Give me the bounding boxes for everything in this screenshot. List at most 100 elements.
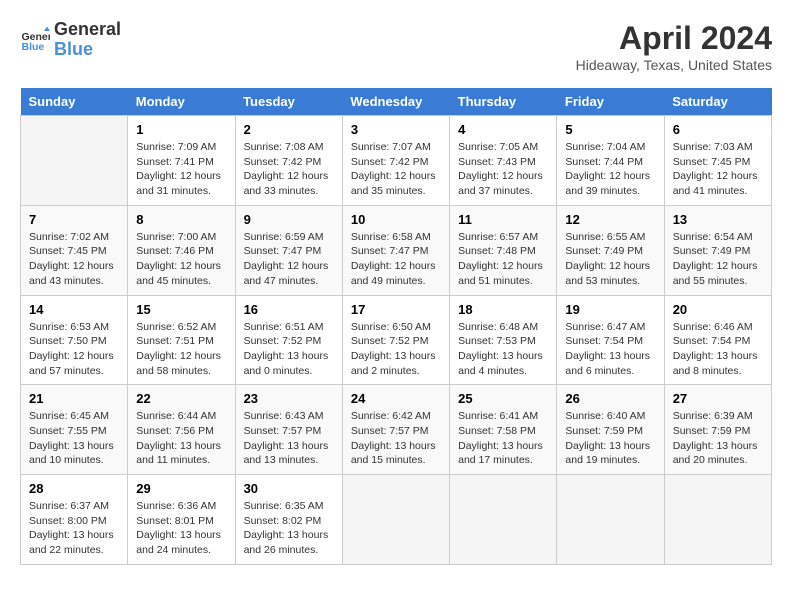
day-detail: Sunrise: 6:35 AM Sunset: 8:02 PM Dayligh…: [244, 499, 334, 558]
day-cell: 21 Sunrise: 6:45 AM Sunset: 7:55 PM Dayli…: [21, 385, 128, 475]
day-number: 22: [136, 391, 226, 406]
day-cell: 5 Sunrise: 7:04 AM Sunset: 7:44 PM Daylig…: [557, 116, 664, 206]
day-detail: Sunrise: 6:52 AM Sunset: 7:51 PM Dayligh…: [136, 320, 226, 379]
week-row-1: 1 Sunrise: 7:09 AM Sunset: 7:41 PM Daylig…: [21, 116, 772, 206]
day-detail: Sunrise: 7:00 AM Sunset: 7:46 PM Dayligh…: [136, 230, 226, 289]
day-number: 5: [565, 122, 655, 137]
day-number: 23: [244, 391, 334, 406]
day-detail: Sunrise: 6:42 AM Sunset: 7:57 PM Dayligh…: [351, 409, 441, 468]
day-cell: 23 Sunrise: 6:43 AM Sunset: 7:57 PM Dayli…: [235, 385, 342, 475]
logo-line2: Blue: [54, 39, 93, 59]
day-number: 8: [136, 212, 226, 227]
day-cell: 17 Sunrise: 6:50 AM Sunset: 7:52 PM Dayli…: [342, 295, 449, 385]
day-cell: 22 Sunrise: 6:44 AM Sunset: 7:56 PM Dayli…: [128, 385, 235, 475]
day-detail: Sunrise: 6:37 AM Sunset: 8:00 PM Dayligh…: [29, 499, 119, 558]
day-number: 15: [136, 302, 226, 317]
day-cell: 27Sunrise: 6:39 AM Sunset: 7:59 PM Dayli…: [664, 385, 771, 475]
day-detail: Sunrise: 6:59 AM Sunset: 7:47 PM Dayligh…: [244, 230, 334, 289]
day-number: 3: [351, 122, 441, 137]
main-title: April 2024: [576, 20, 772, 57]
column-header-sunday: Sunday: [21, 88, 128, 116]
day-cell: [342, 475, 449, 565]
day-detail: Sunrise: 6:57 AM Sunset: 7:48 PM Dayligh…: [458, 230, 548, 289]
week-row-5: 28 Sunrise: 6:37 AM Sunset: 8:00 PM Dayli…: [21, 475, 772, 565]
day-cell: 29 Sunrise: 6:36 AM Sunset: 8:01 PM Dayli…: [128, 475, 235, 565]
day-number: 18: [458, 302, 548, 317]
day-number: 24: [351, 391, 441, 406]
day-detail: Sunrise: 6:45 AM Sunset: 7:55 PM Dayligh…: [29, 409, 119, 468]
day-cell: 9 Sunrise: 6:59 AM Sunset: 7:47 PM Daylig…: [235, 205, 342, 295]
day-detail: Sunrise: 6:55 AM Sunset: 7:49 PM Dayligh…: [565, 230, 655, 289]
day-cell: 8 Sunrise: 7:00 AM Sunset: 7:46 PM Daylig…: [128, 205, 235, 295]
logo-text: General Blue: [54, 20, 121, 60]
day-number: 21: [29, 391, 119, 406]
day-detail: Sunrise: 7:09 AM Sunset: 7:41 PM Dayligh…: [136, 140, 226, 199]
day-detail: Sunrise: 7:03 AM Sunset: 7:45 PM Dayligh…: [673, 140, 763, 199]
day-detail: Sunrise: 7:02 AM Sunset: 7:45 PM Dayligh…: [29, 230, 119, 289]
day-detail: Sunrise: 6:36 AM Sunset: 8:01 PM Dayligh…: [136, 499, 226, 558]
day-detail: Sunrise: 6:58 AM Sunset: 7:47 PM Dayligh…: [351, 230, 441, 289]
day-detail: Sunrise: 7:05 AM Sunset: 7:43 PM Dayligh…: [458, 140, 548, 199]
day-detail: Sunrise: 6:54 AM Sunset: 7:49 PM Dayligh…: [673, 230, 763, 289]
day-number: 1: [136, 122, 226, 137]
day-detail: Sunrise: 6:46 AM Sunset: 7:54 PM Dayligh…: [673, 320, 763, 379]
week-row-2: 7 Sunrise: 7:02 AM Sunset: 7:45 PM Daylig…: [21, 205, 772, 295]
day-number: 30: [244, 481, 334, 496]
column-header-thursday: Thursday: [450, 88, 557, 116]
day-number: 4: [458, 122, 548, 137]
day-number: 12: [565, 212, 655, 227]
day-detail: Sunrise: 6:48 AM Sunset: 7:53 PM Dayligh…: [458, 320, 548, 379]
day-number: 14: [29, 302, 119, 317]
day-cell: 30 Sunrise: 6:35 AM Sunset: 8:02 PM Dayli…: [235, 475, 342, 565]
week-row-4: 21 Sunrise: 6:45 AM Sunset: 7:55 PM Dayli…: [21, 385, 772, 475]
day-number: 11: [458, 212, 548, 227]
day-cell: 18 Sunrise: 6:48 AM Sunset: 7:53 PM Dayli…: [450, 295, 557, 385]
day-cell: 15 Sunrise: 6:52 AM Sunset: 7:51 PM Dayli…: [128, 295, 235, 385]
day-cell: 19 Sunrise: 6:47 AM Sunset: 7:54 PM Dayli…: [557, 295, 664, 385]
day-cell: [21, 116, 128, 206]
day-number: 16: [244, 302, 334, 317]
day-cell: 3Sunrise: 7:07 AM Sunset: 7:42 PM Daylig…: [342, 116, 449, 206]
column-header-wednesday: Wednesday: [342, 88, 449, 116]
column-header-monday: Monday: [128, 88, 235, 116]
day-cell: [557, 475, 664, 565]
column-header-tuesday: Tuesday: [235, 88, 342, 116]
day-cell: [450, 475, 557, 565]
column-header-friday: Friday: [557, 88, 664, 116]
day-number: 10: [351, 212, 441, 227]
day-cell: 2Sunrise: 7:08 AM Sunset: 7:42 PM Daylig…: [235, 116, 342, 206]
page-header: General Blue General Blue April 2024 Hid…: [20, 20, 772, 73]
day-number: 28: [29, 481, 119, 496]
day-cell: 11 Sunrise: 6:57 AM Sunset: 7:48 PM Dayli…: [450, 205, 557, 295]
day-cell: 20 Sunrise: 6:46 AM Sunset: 7:54 PM Dayli…: [664, 295, 771, 385]
day-number: 7: [29, 212, 119, 227]
day-number: 26: [565, 391, 655, 406]
day-detail: Sunrise: 6:43 AM Sunset: 7:57 PM Dayligh…: [244, 409, 334, 468]
day-cell: 16Sunrise: 6:51 AM Sunset: 7:52 PM Dayli…: [235, 295, 342, 385]
day-number: 13: [673, 212, 763, 227]
day-cell: 24 Sunrise: 6:42 AM Sunset: 7:57 PM Dayli…: [342, 385, 449, 475]
day-number: 9: [244, 212, 334, 227]
day-cell: 28 Sunrise: 6:37 AM Sunset: 8:00 PM Dayli…: [21, 475, 128, 565]
day-cell: 7 Sunrise: 7:02 AM Sunset: 7:45 PM Daylig…: [21, 205, 128, 295]
day-number: 25: [458, 391, 548, 406]
day-cell: 26 Sunrise: 6:40 AM Sunset: 7:59 PM Dayli…: [557, 385, 664, 475]
day-cell: 12 Sunrise: 6:55 AM Sunset: 7:49 PM Dayli…: [557, 205, 664, 295]
day-detail: Sunrise: 6:53 AM Sunset: 7:50 PM Dayligh…: [29, 320, 119, 379]
day-detail: Sunrise: 6:47 AM Sunset: 7:54 PM Dayligh…: [565, 320, 655, 379]
day-detail: Sunrise: 7:04 AM Sunset: 7:44 PM Dayligh…: [565, 140, 655, 199]
logo-line1: General: [54, 20, 121, 40]
day-number: 6: [673, 122, 763, 137]
day-detail: Sunrise: 6:44 AM Sunset: 7:56 PM Dayligh…: [136, 409, 226, 468]
day-cell: 14 Sunrise: 6:53 AM Sunset: 7:50 PM Dayli…: [21, 295, 128, 385]
day-number: 19: [565, 302, 655, 317]
title-block: April 2024 Hideaway, Texas, United State…: [576, 20, 772, 73]
day-number: 17: [351, 302, 441, 317]
day-number: 20: [673, 302, 763, 317]
day-cell: 1 Sunrise: 7:09 AM Sunset: 7:41 PM Daylig…: [128, 116, 235, 206]
day-number: 29: [136, 481, 226, 496]
day-cell: 13 Sunrise: 6:54 AM Sunset: 7:49 PM Dayli…: [664, 205, 771, 295]
day-detail: Sunrise: 6:50 AM Sunset: 7:52 PM Dayligh…: [351, 320, 441, 379]
day-detail: Sunrise: 6:40 AM Sunset: 7:59 PM Dayligh…: [565, 409, 655, 468]
day-cell: 4 Sunrise: 7:05 AM Sunset: 7:43 PM Daylig…: [450, 116, 557, 206]
